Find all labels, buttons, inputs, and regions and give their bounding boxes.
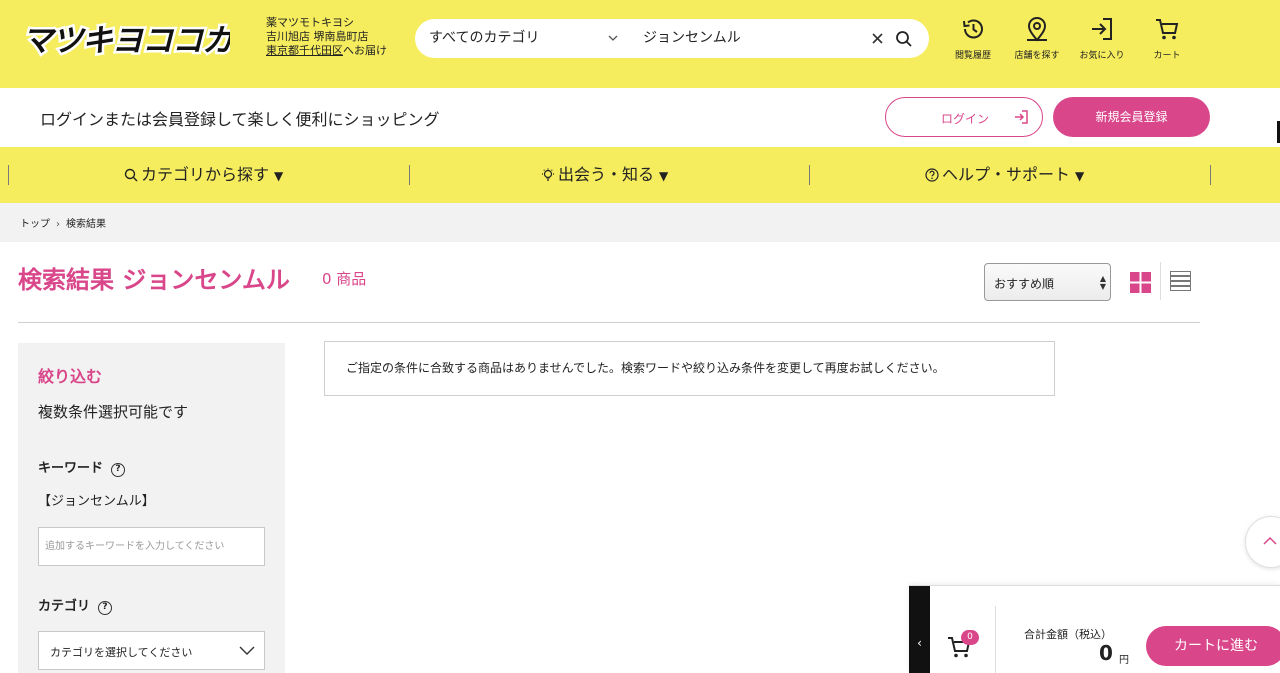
breadcrumb-bar: トップ › 検索結果: [0, 203, 1280, 242]
cart-total-label: 合計金額（税込）: [1024, 628, 1112, 641]
history-icon: [963, 19, 983, 39]
cart-total-value: 0: [1099, 641, 1113, 665]
question-icon[interactable]: ?: [98, 601, 113, 615]
login-button-label: ログイン: [941, 112, 990, 126]
cart-icon: [1156, 19, 1179, 40]
nav-category[interactable]: カテゴリから探す ▼: [124, 147, 283, 203]
filter-title: 絞り込む: [38, 367, 103, 386]
view-divider: [1160, 262, 1161, 300]
category-select-value: カテゴリを選択してください: [50, 646, 193, 659]
divider: [18, 322, 1200, 323]
breadcrumb-top-link[interactable]: トップ: [20, 219, 50, 230]
nav-discover-label: 出会う・知る: [558, 165, 655, 184]
filter-subtitle: 複数条件選択可能です: [38, 403, 189, 421]
keyword-label: キーワード: [38, 461, 104, 476]
chevron-up-icon: [1263, 536, 1277, 545]
store-name: 吉川旭店 堺南島町店: [266, 30, 369, 43]
register-button[interactable]: 新規会員登録: [1053, 97, 1210, 137]
triangle-down-icon: ▼: [1075, 169, 1085, 183]
result-count: 0 商品: [322, 270, 367, 288]
favorites-link[interactable]: お気に入り: [1074, 16, 1130, 61]
category-label: カテゴリ: [38, 599, 91, 614]
favorite-login-icon: [1092, 18, 1112, 40]
breadcrumb: トップ › 検索結果: [20, 215, 106, 230]
delivery-address-link[interactable]: 東京都千代田区: [266, 44, 343, 57]
store-locator-link[interactable]: 店舗を探す: [1009, 16, 1065, 61]
sort-select-value: おすすめ順: [994, 277, 1055, 291]
nav-help[interactable]: ヘルプ・サポート ▼: [925, 147, 1084, 203]
delivery-suffix: へお届け: [343, 44, 387, 57]
search-input[interactable]: ジョンセンムル: [643, 19, 741, 58]
main-nav: カテゴリから探す ▼ 出会う・知る ▼ ヘルプ・サポート ▼: [0, 147, 1280, 203]
category-label-row: カテゴリ?: [38, 595, 113, 615]
search-category-select[interactable]: すべてのカテゴリ: [429, 19, 539, 58]
bulb-icon: [542, 168, 554, 181]
chevron-right-icon: ›: [56, 219, 60, 230]
history-link[interactable]: 閲覧履歴: [945, 16, 1001, 61]
store-info: 薬マツモトキヨシ 吉川旭店 堺南島町店 東京都千代田区へお届け: [266, 16, 387, 58]
login-button[interactable]: ログイン: [885, 97, 1043, 137]
help-icon: [925, 168, 939, 182]
divider: [995, 606, 996, 673]
favorites-label: お気に入り: [1079, 51, 1125, 61]
nav-divider: [409, 165, 410, 185]
keyword-input[interactable]: [38, 527, 265, 566]
chevron-down-icon: [239, 646, 255, 655]
login-prompt: ログインまたは会員登録して楽しく便利にショッピング: [40, 110, 440, 129]
nav-help-label: ヘルプ・サポート: [942, 165, 1071, 184]
category-select[interactable]: カテゴリを選択してください: [38, 631, 265, 670]
login-icon: [1015, 110, 1028, 124]
history-label: 閲覧履歴: [954, 51, 991, 61]
triangle-down-icon: ▼: [274, 169, 284, 183]
page-title: 検索結果 ジョンセンムル: [18, 266, 290, 294]
nav-category-label: カテゴリから探す: [141, 165, 270, 184]
updown-arrow-icon: ▲ ▼: [1099, 274, 1106, 291]
nav-divider: [809, 165, 810, 185]
cart-count-badge: 0: [961, 630, 979, 645]
store-pin-icon: [1027, 17, 1047, 42]
nav-discover[interactable]: 出会う・知る ▼: [541, 147, 668, 203]
chevron-down-icon: [608, 35, 618, 41]
scroll-to-top-button[interactable]: [1245, 516, 1280, 568]
list-view-icon[interactable]: [1170, 271, 1191, 292]
svg-text:マツキヨココカラ: マツキヨココカラ: [22, 23, 230, 59]
cart-link[interactable]: カート: [1139, 16, 1195, 61]
no-results-message: ご指定の条件に合致する商品はありませんでした。検索ワードや絞り込み条件を変更して…: [324, 341, 1055, 396]
triangle-down-icon: ▼: [659, 169, 669, 183]
store-brand: 薬マツモトキヨシ: [266, 16, 354, 29]
grid-view-icon[interactable]: [1130, 272, 1151, 293]
cart-total-unit: 円: [1119, 655, 1129, 666]
logo-mark: マツキヨココカラ: [20, 21, 268, 62]
nav-divider: [1210, 165, 1211, 185]
floating-cart-bar: ‹ 0 合計金額（税込） 0 円 カートに進む: [909, 585, 1280, 673]
search-submit-icon[interactable]: [895, 30, 913, 48]
search-bar: すべてのカテゴリ ジョンセンムル: [415, 19, 929, 58]
question-icon[interactable]: ?: [111, 463, 126, 477]
search-icon: [124, 168, 138, 182]
site-header: マツキヨココカラ 薬マツモトキヨシ 吉川旭店 堺南島町店 東京都千代田区へお届け…: [0, 0, 1280, 88]
store-locator-label: 店舗を探す: [1014, 51, 1060, 61]
nav-divider: [8, 165, 9, 185]
sort-select[interactable]: おすすめ順 ▲ ▼: [984, 263, 1111, 301]
proceed-to-cart-button[interactable]: カートに進む: [1146, 626, 1280, 666]
filter-sidebar: 絞り込む 複数条件選択可能です キーワード? 【ジョンセンムル】 カテゴリ? カ…: [18, 343, 285, 673]
keyword-current-value: 【ジョンセンムル】: [38, 494, 155, 509]
keyword-label-row: キーワード?: [38, 457, 126, 477]
site-logo[interactable]: マツキヨココカラ: [20, 14, 268, 64]
breadcrumb-current: 検索結果: [66, 219, 106, 230]
cart-label: カート: [1153, 51, 1181, 61]
clear-search-icon[interactable]: [871, 32, 884, 45]
collapse-cart-button[interactable]: ‹: [909, 586, 930, 673]
